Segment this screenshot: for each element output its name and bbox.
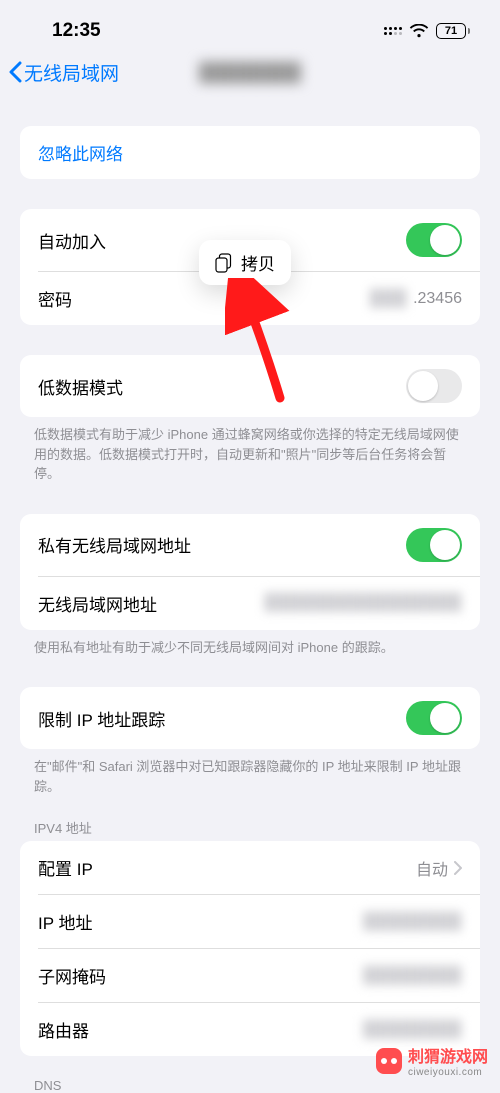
- section-lowdata: 低数据模式: [20, 355, 480, 417]
- back-button[interactable]: 无线局域网: [8, 59, 119, 86]
- router-value: ████████: [363, 1021, 462, 1039]
- dns-header: DNS: [34, 1078, 466, 1093]
- configure-ip-row[interactable]: 配置 IP 自动: [20, 841, 480, 894]
- copy-icon: [215, 253, 233, 273]
- subnet-value: ████████: [363, 967, 462, 985]
- wifi-addr-label: 无线局域网地址: [38, 591, 157, 616]
- private-addr-toggle[interactable]: [406, 528, 462, 562]
- status-bar: 12:35 71: [0, 0, 500, 48]
- limit-ip-toggle[interactable]: [406, 701, 462, 735]
- lowdata-footer: 低数据模式有助于减少 iPhone 通过蜂窝网络或你选择的特定无线局域网使用的数…: [34, 425, 466, 484]
- watermark-text: 刺猬游戏网: [408, 1043, 488, 1067]
- password-label: 密码: [38, 286, 72, 311]
- watermark-logo-icon: [376, 1048, 402, 1074]
- watermark-url: ciweiyouxi.com: [408, 1067, 488, 1078]
- lowdata-toggle[interactable]: [406, 369, 462, 403]
- back-label: 无线局域网: [24, 59, 119, 86]
- private-addr-row: 私有无线局域网地址: [20, 514, 480, 576]
- limit-ip-row: 限制 IP 地址跟踪: [20, 687, 480, 749]
- status-time: 12:35: [52, 20, 101, 42]
- wifi-icon: [409, 24, 429, 38]
- signal-icon: [384, 27, 402, 35]
- chevron-right-icon: [454, 861, 462, 875]
- copy-popover[interactable]: 拷贝: [199, 240, 291, 285]
- section-limit: 限制 IP 地址跟踪: [20, 687, 480, 749]
- forget-label: 忽略此网络: [38, 140, 123, 165]
- section-forget: 忽略此网络: [20, 126, 480, 179]
- ip-address-row: IP 地址 ████████: [38, 894, 480, 948]
- battery-icon: 71: [436, 23, 470, 39]
- copy-label: 拷贝: [241, 250, 275, 275]
- wifi-addr-row[interactable]: 无线局域网地址 ████████████████: [38, 576, 480, 630]
- watermark: 刺猬游戏网 ciweiyouxi.com: [376, 1043, 488, 1078]
- private-addr-label: 私有无线局域网地址: [38, 532, 191, 557]
- limit-ip-label: 限制 IP 地址跟踪: [38, 706, 165, 731]
- section-private: 私有无线局域网地址 无线局域网地址 ████████████████: [20, 514, 480, 630]
- ipv4-header: IPV4 地址: [34, 818, 466, 837]
- router-label: 路由器: [38, 1017, 89, 1042]
- configure-ip-value: 自动: [416, 856, 462, 880]
- chevron-left-icon: [8, 61, 22, 83]
- lowdata-row: 低数据模式: [20, 355, 480, 417]
- subnet-label: 子网掩码: [38, 963, 106, 988]
- configure-ip-label: 配置 IP: [38, 855, 93, 880]
- forget-network-button[interactable]: 忽略此网络: [20, 126, 480, 179]
- lowdata-label: 低数据模式: [38, 374, 123, 399]
- status-right: 71: [384, 23, 470, 39]
- auto-join-label: 自动加入: [38, 228, 106, 253]
- limit-footer: 在"邮件"和 Safari 浏览器中对已知跟踪器隐藏你的 IP 地址来限制 IP…: [34, 757, 466, 796]
- password-value: ███.23456: [370, 290, 462, 308]
- wifi-addr-value: ████████████████: [265, 594, 462, 612]
- section-ipv4: 配置 IP 自动 IP 地址 ████████ 子网掩码 ████████ 路由…: [20, 841, 480, 1056]
- subnet-row: 子网掩码 ████████: [38, 948, 480, 1002]
- private-footer: 使用私有地址有助于减少不同无线局域网间对 iPhone 的跟踪。: [34, 638, 466, 658]
- ip-address-label: IP 地址: [38, 909, 92, 934]
- auto-join-toggle[interactable]: [406, 223, 462, 257]
- nav-bar: 无线局域网 ████████: [0, 48, 500, 96]
- ip-address-value: ████████: [363, 913, 462, 931]
